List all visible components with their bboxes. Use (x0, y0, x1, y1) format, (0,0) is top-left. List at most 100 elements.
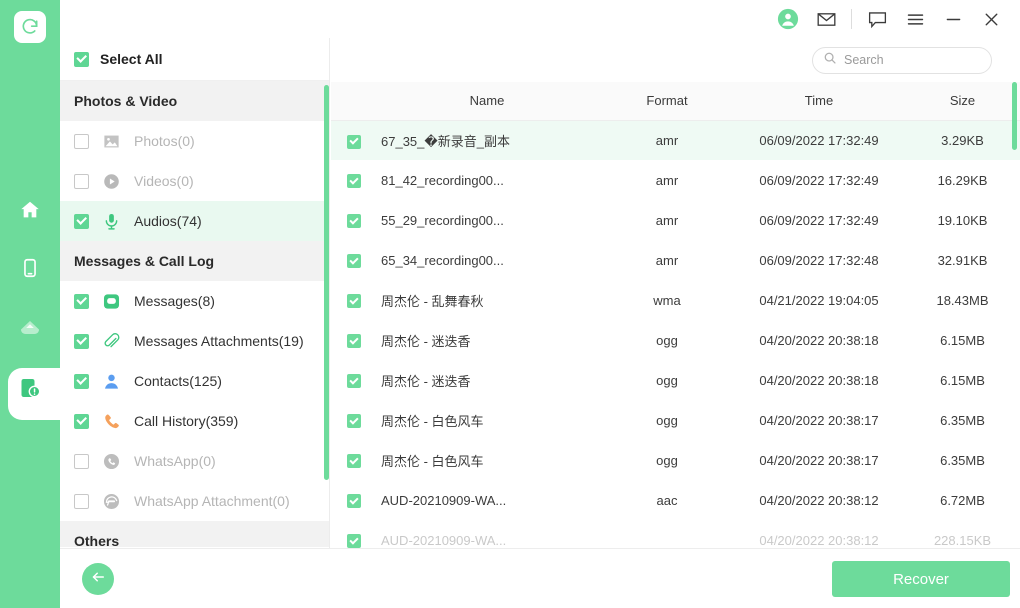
table-row[interactable]: 55_29_recording00...amr06/09/2022 17:32:… (331, 200, 1020, 240)
row-size: 6.35MB (905, 440, 1020, 480)
messages-checkbox[interactable] (74, 294, 89, 309)
table-row[interactable]: AUD-20210909-WA...aac04/20/2022 20:38:12… (331, 480, 1020, 520)
audios-checkbox[interactable] (74, 214, 89, 229)
account-avatar-icon[interactable] (769, 0, 807, 38)
row-checkbox[interactable] (347, 534, 361, 548)
table-row[interactable]: 周杰伦 - 迷迭香ogg04/20/2022 20:38:186.15MB (331, 320, 1020, 360)
sidebar-item-label: WhatsApp Attachment(0) (134, 493, 290, 509)
table-row[interactable]: 67_35_�新录音_副本amr06/09/2022 17:32:493.29K… (331, 120, 1020, 160)
phone-icon (100, 410, 122, 432)
row-format: wma (601, 280, 733, 320)
sidebar-item-videos[interactable]: Videos(0) (60, 161, 329, 201)
footer-bar: Recover (60, 548, 1020, 608)
table-row[interactable]: 周杰伦 - 白色风车ogg04/20/2022 20:38:176.35MB (331, 400, 1020, 440)
sidebar-item-photos[interactable]: Photos(0) (60, 121, 329, 161)
header-size[interactable]: Size (905, 82, 1020, 120)
whatsapp-checkbox[interactable] (74, 454, 89, 469)
file-table-scrollbar[interactable] (1012, 82, 1017, 150)
contacts-checkbox[interactable] (74, 374, 89, 389)
row-size: 6.72MB (905, 480, 1020, 520)
row-checkbox[interactable] (347, 334, 361, 348)
table-row[interactable]: 65_34_recording00...amr06/09/2022 17:32:… (331, 240, 1020, 280)
row-checkbox[interactable] (347, 494, 361, 508)
contact-icon (100, 370, 122, 392)
row-checkbox[interactable] (347, 254, 361, 268)
row-checkbox[interactable] (347, 454, 361, 468)
sidebar-item-messages-attachments[interactable]: Messages Attachments(19) (60, 321, 329, 361)
row-format: amr (601, 240, 733, 280)
window-titlebar (60, 0, 1020, 38)
row-checkbox-cell[interactable] (331, 480, 373, 520)
table-row[interactable]: 周杰伦 - 迷迭香ogg04/20/2022 20:38:186.15MB (331, 360, 1020, 400)
sidebar-item-messages[interactable]: Messages(8) (60, 281, 329, 321)
row-checkbox-cell[interactable] (331, 240, 373, 280)
rail-item-home[interactable] (0, 190, 60, 234)
table-row[interactable]: AUD-20210909-WA...04/20/2022 20:38:12228… (331, 520, 1020, 548)
row-time: 04/20/2022 20:38:18 (733, 360, 905, 400)
row-size: 6.15MB (905, 320, 1020, 360)
row-name: 67_35_�新录音_副本 (373, 120, 601, 160)
mail-icon[interactable] (807, 0, 845, 38)
message-icon (100, 290, 122, 312)
row-checkbox-cell[interactable] (331, 440, 373, 480)
sidebar-item-whatsapp-attachment[interactable]: WhatsApp Attachment(0) (60, 481, 329, 521)
minimize-icon[interactable] (934, 0, 972, 38)
search-input[interactable] (844, 53, 974, 67)
row-name: 55_29_recording00... (373, 200, 601, 240)
cloud-icon (18, 316, 42, 345)
photos-checkbox[interactable] (74, 134, 89, 149)
recover-button[interactable]: Recover (832, 561, 1010, 597)
row-checkbox-cell[interactable] (331, 200, 373, 240)
whatsapp-attachment-checkbox[interactable] (74, 494, 89, 509)
sidebar-item-whatsapp[interactable]: WhatsApp(0) (60, 441, 329, 481)
app-logo-recovery-icon[interactable] (14, 11, 46, 43)
row-checkbox[interactable] (347, 294, 361, 308)
rail-item-device[interactable] (0, 248, 60, 292)
close-icon[interactable] (972, 0, 1010, 38)
row-checkbox-cell[interactable] (331, 400, 373, 440)
menu-icon[interactable] (896, 0, 934, 38)
row-checkbox[interactable] (347, 414, 361, 428)
sidebar-item-contacts[interactable]: Contacts(125) (60, 361, 329, 401)
back-button[interactable] (82, 563, 114, 595)
header-checkbox-col (331, 82, 373, 120)
table-row[interactable]: 周杰伦 - 白色风车ogg04/20/2022 20:38:176.35MB (331, 440, 1020, 480)
videos-checkbox[interactable] (74, 174, 89, 189)
row-time: 04/20/2022 20:38:12 (733, 480, 905, 520)
row-checkbox-cell[interactable] (331, 120, 373, 160)
select-all-row[interactable]: Select All (60, 38, 329, 81)
row-checkbox[interactable] (347, 174, 361, 188)
feedback-icon[interactable] (858, 0, 896, 38)
header-name[interactable]: Name (373, 82, 601, 120)
row-format: aac (601, 480, 733, 520)
row-checkbox[interactable] (347, 135, 361, 149)
messages-attachments-checkbox[interactable] (74, 334, 89, 349)
row-checkbox-cell[interactable] (331, 160, 373, 200)
table-row[interactable]: 周杰伦 - 乱舞春秋wma04/21/2022 19:04:0518.43MB (331, 280, 1020, 320)
sidebar-item-call-history[interactable]: Call History(359) (60, 401, 329, 441)
category-group-title: Others (60, 521, 329, 547)
row-checkbox-cell[interactable] (331, 520, 373, 548)
header-time[interactable]: Time (733, 82, 905, 120)
category-sidebar: Select All Photos & Video Photos(0) (60, 38, 330, 548)
search-icon (823, 51, 837, 70)
sidebar-item-audios[interactable]: Audios(74) (60, 201, 329, 241)
table-header-row: Name Format Time Size (331, 82, 1020, 120)
row-size: 16.29KB (905, 160, 1020, 200)
header-format[interactable]: Format (601, 82, 733, 120)
select-all-checkbox[interactable] (74, 52, 89, 67)
sidebar-item-label: Photos(0) (134, 133, 195, 149)
call-history-checkbox[interactable] (74, 414, 89, 429)
table-row[interactable]: 81_42_recording00...amr06/09/2022 17:32:… (331, 160, 1020, 200)
search-box[interactable] (812, 47, 992, 74)
row-checkbox[interactable] (347, 214, 361, 228)
rail-item-cloud[interactable] (0, 308, 60, 352)
row-checkbox-cell[interactable] (331, 280, 373, 320)
row-checkbox-cell[interactable] (331, 360, 373, 400)
paperclip-icon (100, 330, 122, 352)
row-checkbox-cell[interactable] (331, 320, 373, 360)
sidebar-scrollbar[interactable] (324, 85, 329, 480)
rail-item-broken-device-recovery[interactable] (0, 368, 60, 412)
sidebar-item-label: Audios(74) (134, 213, 202, 229)
row-checkbox[interactable] (347, 374, 361, 388)
